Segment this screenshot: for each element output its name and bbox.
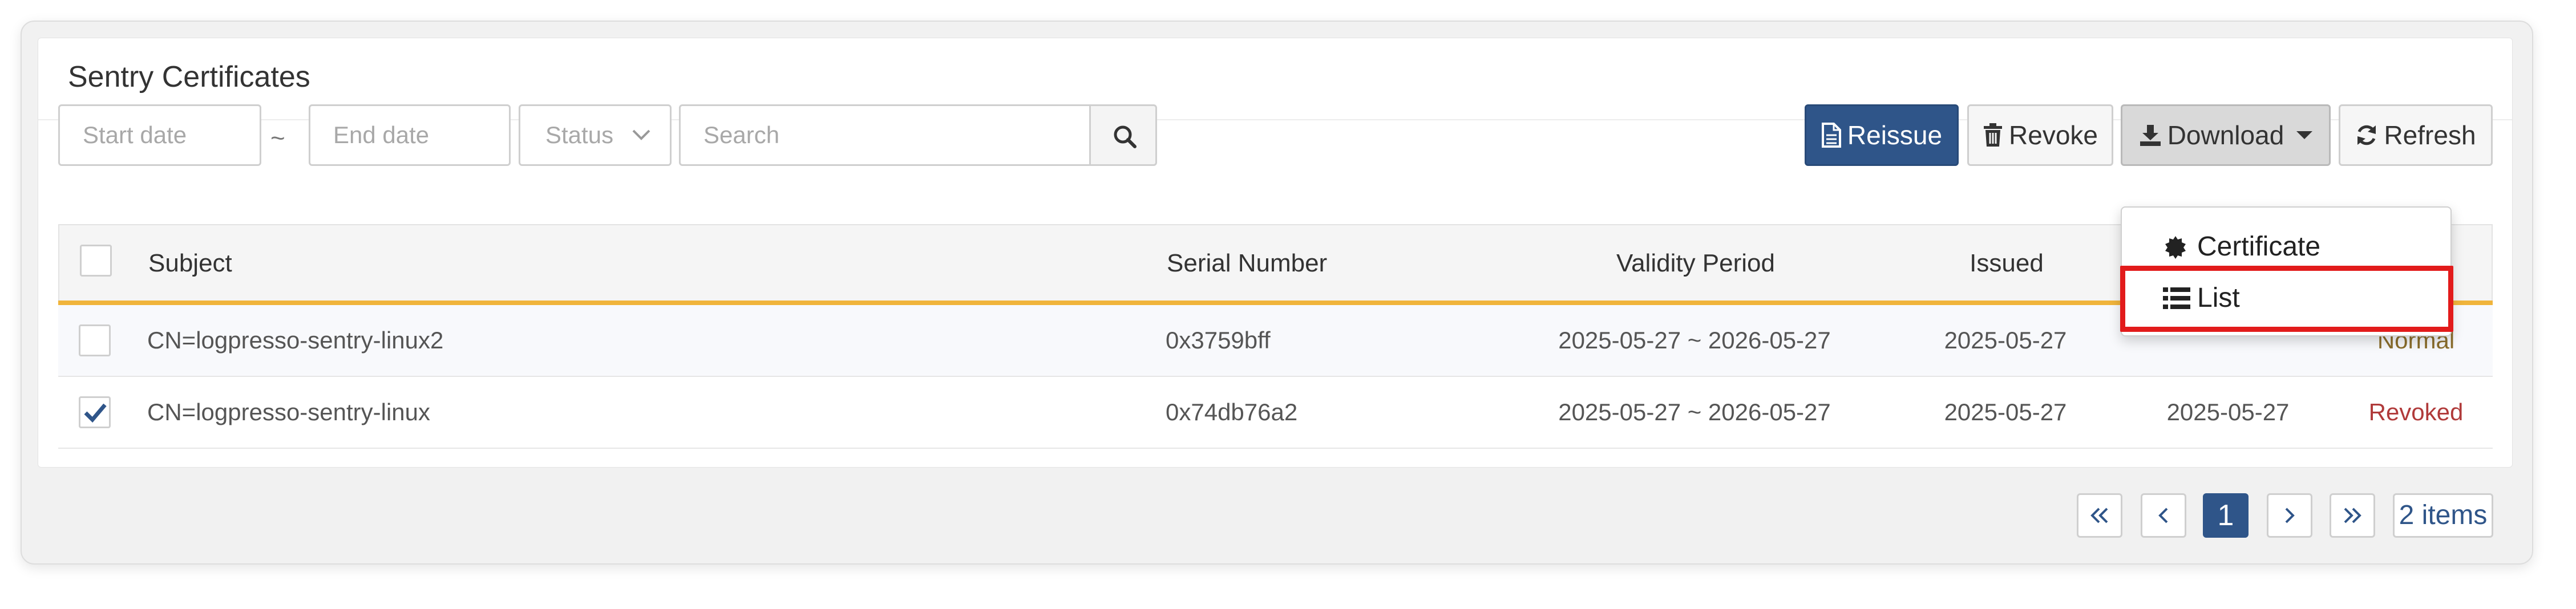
refresh-label: Refresh <box>2384 120 2476 150</box>
reissue-button[interactable]: Reissue <box>1805 104 1959 166</box>
cell-status: Revoked <box>2368 399 2464 425</box>
page: Sentry Certificates ~ Status Reissue <box>0 0 2576 609</box>
caret-down-icon <box>2296 131 2313 139</box>
download-button[interactable]: Download <box>2121 104 2331 166</box>
download-icon <box>2140 124 2161 146</box>
revoke-label: Revoke <box>2009 120 2098 150</box>
previous-page-button[interactable] <box>2141 493 2186 538</box>
cell-issued: 2025-05-27 <box>1944 399 2067 425</box>
double-chevron-right-icon <box>2344 508 2361 523</box>
download-label: Download <box>2167 120 2284 150</box>
search-icon <box>1114 125 1137 148</box>
refresh-icon <box>2357 125 2376 145</box>
refresh-button[interactable]: Refresh <box>2339 104 2493 166</box>
cell-subject: CN=logpresso-sentry-linux2 <box>147 327 444 354</box>
cell-validity-period: 2025-05-27 ~ 2026-05-27 <box>1558 399 1831 425</box>
date-range-separator: ~ <box>270 124 285 152</box>
chevron-left-icon <box>2158 508 2168 523</box>
page-1-button[interactable]: 1 <box>2203 493 2249 538</box>
status-select[interactable]: Status <box>519 104 672 166</box>
next-page-button[interactable] <box>2267 493 2312 538</box>
last-page-button[interactable] <box>2330 493 2375 538</box>
certificate-icon <box>2165 236 2186 259</box>
start-date-input[interactable] <box>58 104 261 166</box>
end-date-input[interactable] <box>309 104 511 166</box>
item-count-badge: 2 items <box>2393 493 2493 538</box>
checkmark-icon <box>84 403 107 423</box>
panel-title: Sentry Certificates <box>68 60 310 94</box>
cell-serial-number: 0x74db76a2 <box>1166 399 1298 425</box>
document-icon <box>1821 122 1841 148</box>
column-serial-number[interactable]: Serial Number <box>1167 225 1327 302</box>
trash-icon <box>1984 123 2003 147</box>
cell-serial-number: 0x3759bff <box>1166 327 1271 354</box>
chevron-right-icon <box>2285 508 2295 523</box>
table-row[interactable]: CN=logpresso-sentry-linux 0x74db76a2 202… <box>58 377 2493 449</box>
row-checkbox-checked[interactable] <box>79 396 111 428</box>
highlight-box <box>2120 266 2453 332</box>
cell-subject: CN=logpresso-sentry-linux <box>147 399 431 425</box>
double-chevron-left-icon <box>2090 508 2108 523</box>
chevron-down-icon <box>632 129 650 140</box>
first-page-button[interactable] <box>2077 493 2122 538</box>
column-validity-period[interactable]: Validity Period <box>1496 225 1895 302</box>
select-all-checkbox[interactable] <box>80 245 112 277</box>
cell-issued: 2025-05-27 <box>1944 327 2067 354</box>
revoke-button[interactable]: Revoke <box>1967 104 2113 166</box>
status-select-value: Status <box>545 121 614 148</box>
search-button[interactable] <box>1089 104 1157 166</box>
reissue-label: Reissue <box>1847 120 1943 150</box>
cell-validity-period: 2025-05-27 ~ 2026-05-27 <box>1558 327 1831 354</box>
row-checkbox[interactable] <box>79 324 111 356</box>
column-subject[interactable]: Subject <box>148 225 232 302</box>
search-input[interactable] <box>679 104 1091 166</box>
column-issued[interactable]: Issued <box>1895 225 2118 302</box>
search-group <box>679 104 1157 166</box>
cell-revoked-date: 2025-05-27 <box>2166 399 2290 425</box>
